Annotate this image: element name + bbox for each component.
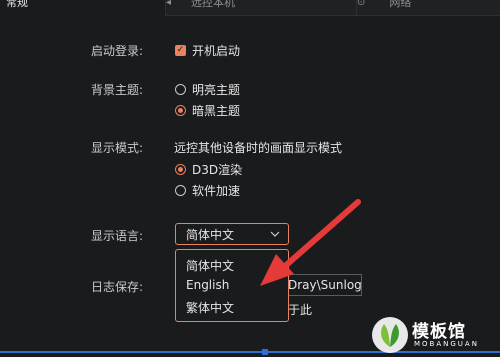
theme-option-light-label: 明亮主题	[192, 83, 241, 97]
tab-general[interactable]: 常规	[0, 0, 166, 16]
language-select-value: 简体中文	[186, 227, 235, 242]
tab-network[interactable]: ⊙ 网络	[357, 0, 500, 16]
resize-handle[interactable]	[262, 349, 268, 355]
theme-option-dark-label: 暗黑主题	[192, 104, 241, 118]
display-mode-option-software-label: 软件加速	[192, 184, 241, 198]
language-option-traditional[interactable]: 繁体中文	[186, 299, 234, 316]
language-select[interactable]: 简体中文	[175, 223, 289, 245]
display-mode-description: 远控其他设备时的画面显示模式	[174, 141, 343, 155]
language-dropdown: 简体中文 English 繁体中文	[175, 249, 289, 322]
theme-option-light[interactable]: 明亮主题	[175, 81, 240, 98]
tab-remote-control[interactable]: ◂ 远控本机	[166, 0, 357, 16]
startup-checkbox-label: 开机启动	[192, 44, 241, 58]
watermark-logo: 模板馆 MOBANGUAN	[368, 313, 500, 357]
leaf-logo-icon	[372, 317, 408, 353]
radio-unselected-icon	[175, 84, 186, 95]
tab-bar: 常规 ◂ 远控本机 ⊙ 网络	[0, 0, 500, 16]
network-icon: ⊙	[357, 0, 366, 8]
radio-selected-icon	[175, 164, 186, 175]
display-mode-option-d3d[interactable]: D3D渲染	[175, 161, 242, 178]
checkbox-checked-icon: ✓	[175, 45, 186, 56]
watermark-subtext: MOBANGUAN	[414, 340, 479, 348]
radio-unselected-icon	[175, 185, 186, 196]
language-option-simplified[interactable]: 简体中文	[186, 257, 234, 274]
theme-label: 背景主题:	[91, 83, 144, 97]
log-label: 日志保存:	[91, 280, 144, 294]
radio-selected-icon	[175, 105, 186, 116]
tab-remote-control-label: 远控本机	[191, 0, 236, 9]
tab-general-label: 常规	[6, 0, 28, 9]
log-suffix-text: 于此	[288, 303, 313, 317]
tab-network-label: 网络	[389, 0, 412, 9]
display-mode-label: 显示模式:	[91, 141, 144, 155]
language-option-english[interactable]: English	[186, 278, 229, 292]
display-mode-option-software[interactable]: 软件加速	[175, 182, 240, 199]
watermark-text: 模板馆	[412, 322, 466, 342]
startup-checkbox[interactable]: ✓ 开机启动	[175, 42, 240, 59]
chevron-down-icon	[270, 231, 280, 237]
back-arrow-icon: ◂	[166, 0, 172, 8]
display-mode-option-d3d-label: D3D渲染	[192, 163, 243, 177]
theme-option-dark[interactable]: 暗黑主题	[175, 102, 240, 119]
startup-label: 启动登录:	[91, 44, 144, 58]
language-label: 显示语言:	[91, 229, 144, 243]
